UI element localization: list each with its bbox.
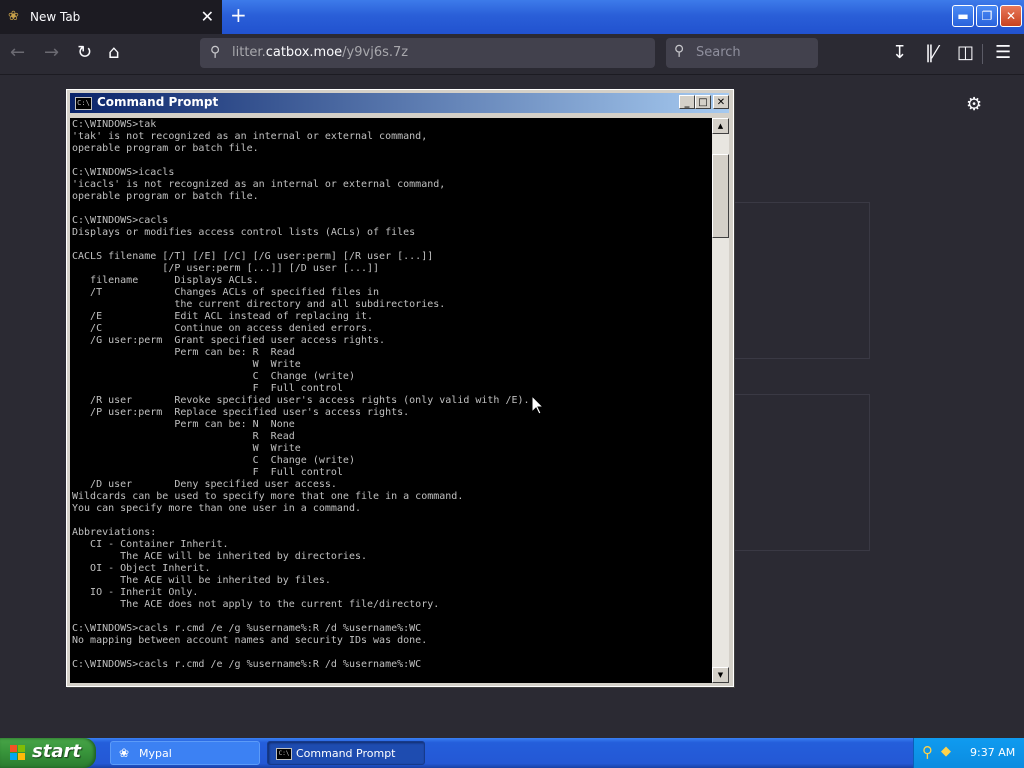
search-placeholder: Search [696,45,741,60]
navigation-bar: ← → ↻ ⌂ ⚲ litter.catbox.moe/y9vj6s.7z ⚲ … [0,34,1024,75]
download-icon[interactable]: ↧ [892,42,907,63]
close-button[interactable]: ✕ [713,95,729,109]
taskbar: start ❀ Mypal C:\ Command Prompt ⚲ ◆ 9:3… [0,738,1024,768]
minimize-button[interactable]: ▬ [952,5,974,27]
clock[interactable]: 9:37 AM [970,746,1015,759]
cmd-titlebar[interactable]: C:\ Command Prompt _ □ ✕ [70,93,729,113]
mypal-icon: ❀ [8,9,19,24]
window-title: Command Prompt [97,95,219,109]
vertical-scrollbar[interactable]: ▲ ▼ [712,118,729,683]
start-button[interactable]: start [0,738,96,768]
top-site-tile[interactable] [734,394,870,551]
sidebar-icon[interactable]: ◫ [957,42,974,63]
search-icon: ⚲ [674,43,685,59]
url-bar[interactable]: ⚲ litter.catbox.moe/y9vj6s.7z [200,38,655,68]
browser-titlebar: ❀ New Tab ✕ + ▬ ❐ ✕ [0,0,1024,34]
search-icon: ⚲ [210,44,221,60]
gear-icon[interactable]: ⚙ [966,94,982,115]
system-tray: ⚲ ◆ 9:37 AM [913,738,1024,768]
taskbar-item-mypal[interactable]: ❀ Mypal [110,741,260,765]
minimize-button[interactable]: _ [679,95,695,109]
taskbar-item-command-prompt[interactable]: C:\ Command Prompt [267,741,425,765]
windows-logo-icon [10,745,26,761]
search-icon[interactable]: ⚲ [922,743,933,761]
mouse-cursor-icon [532,396,544,415]
command-prompt-window[interactable]: C:\ Command Prompt _ □ ✕ C:\WINDOWS>tak … [66,89,734,687]
cmd-icon: C:\ [276,748,292,760]
url-host: catbox.moe [265,45,343,60]
scroll-thumb[interactable] [712,154,729,238]
cmd-icon: C:\ [75,97,92,110]
forward-icon[interactable]: → [44,42,59,63]
mypal-icon: ❀ [119,746,130,760]
tab-label: New Tab [30,10,81,24]
library-icon[interactable]: ‖⁄ [925,42,937,63]
taskbar-item-label: Mypal [139,747,172,760]
scroll-down-button[interactable]: ▼ [712,667,729,683]
maximize-button[interactable]: □ [695,95,711,109]
scroll-up-button[interactable]: ▲ [712,118,729,134]
reload-icon[interactable]: ↻ [77,42,92,63]
close-tab-icon[interactable]: ✕ [201,7,214,26]
toolbar-divider [982,44,983,64]
top-site-tile[interactable] [734,202,870,359]
taskbar-item-label: Command Prompt [296,747,396,760]
network-icon[interactable]: ◆ [941,744,951,759]
start-label: start [32,741,81,762]
tab-new-tab[interactable]: ❀ New Tab ✕ [0,0,222,34]
back-icon[interactable]: ← [10,42,25,63]
menu-icon[interactable]: ☰ [995,42,1011,63]
close-button[interactable]: ✕ [1000,5,1022,27]
search-input[interactable]: ⚲ Search [666,38,818,68]
console-text: C:\WINDOWS>tak 'tak' is not recognized a… [72,119,530,670]
home-icon[interactable]: ⌂ [108,42,119,63]
url-host-prefix: litter. [232,45,266,60]
restore-button[interactable]: ❐ [976,5,998,27]
new-tab-icon[interactable]: + [230,3,247,27]
url-path: /y9vj6s.7z [342,45,409,60]
url-text: litter.catbox.moe/y9vj6s.7z [232,45,408,60]
console-output[interactable]: C:\WINDOWS>tak 'tak' is not recognized a… [70,118,712,683]
